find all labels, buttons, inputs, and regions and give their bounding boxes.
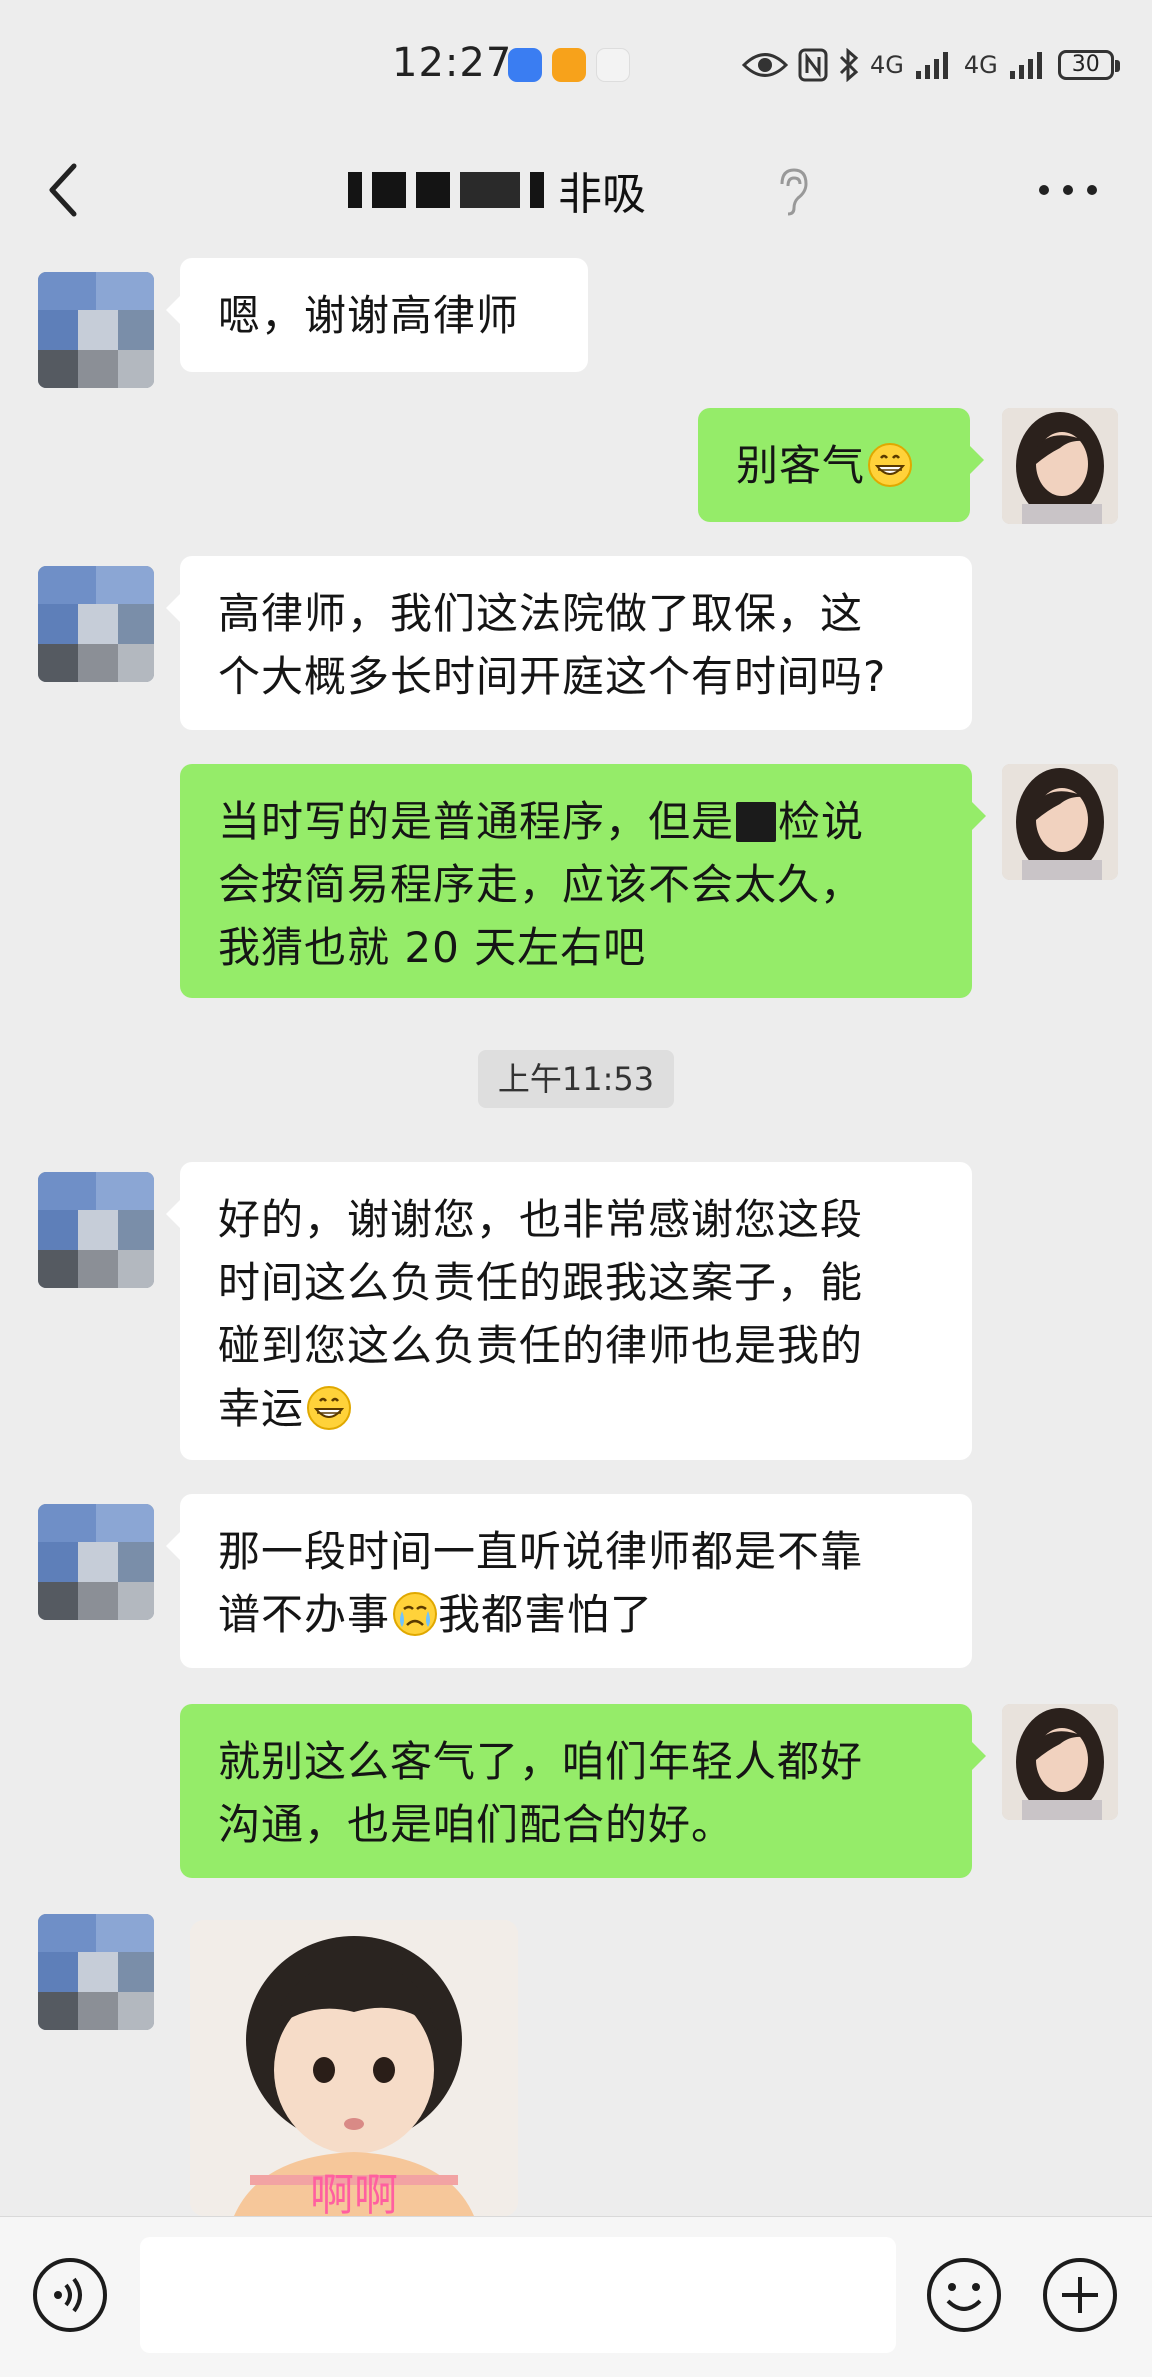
message-bubble[interactable]: 那一段时间一直听说律师都是不靠 谱不办事 我都害怕了 xyxy=(166,1494,972,1668)
more-icon[interactable] xyxy=(1036,182,1100,198)
message-bubble[interactable]: 高律师，我们这法院做了取保，这 个大概多长时间开庭这个有时间吗? xyxy=(166,556,972,730)
avatar-self[interactable] xyxy=(1002,764,1118,880)
avatar-contact[interactable] xyxy=(38,1914,154,2030)
voice-icon[interactable] xyxy=(30,2255,110,2335)
red-app-icon xyxy=(596,48,630,82)
child-sticker-image: 啊啊 xyxy=(190,1920,518,2216)
chat-title: 非吸 xyxy=(348,162,646,220)
avatar-contact[interactable] xyxy=(38,1504,154,1620)
orange-app-icon xyxy=(552,48,586,82)
message-text: 高律师，我们这法院做了取保，这 个大概多长时间开庭这个有时间吗? xyxy=(218,589,887,701)
grinning-face-emoji-icon xyxy=(868,443,913,487)
chat-header: 非吸 xyxy=(0,130,1152,250)
signal-icon xyxy=(915,52,948,79)
message-bubble[interactable]: 好的，谢谢您，也非常感谢您这段 时间这么负责任的跟我这案子，能 碰到您这么负责任… xyxy=(166,1162,972,1460)
message-bubble[interactable]: 嗯，谢谢高律师 xyxy=(166,258,588,372)
redacted-name xyxy=(530,172,544,208)
pixelated-avatar-icon xyxy=(38,1504,154,1620)
message-text: 嗯，谢谢高律师 xyxy=(218,291,520,340)
crying-face-emoji-icon xyxy=(393,1592,438,1636)
pixelated-avatar-icon xyxy=(38,1914,154,2030)
redacted-name xyxy=(348,172,362,208)
avatar-contact[interactable] xyxy=(38,566,154,682)
avatar-self[interactable] xyxy=(1002,408,1118,524)
woman-portrait-avatar-icon xyxy=(1002,408,1118,524)
sticker-caption: 啊啊 xyxy=(310,2170,398,2216)
message-text: 当时写的是普通程序，但是 xyxy=(218,797,735,846)
avatar-contact[interactable] xyxy=(38,272,154,388)
message-input[interactable] xyxy=(140,2237,896,2353)
network-type-label: 4G xyxy=(963,51,998,79)
back-icon[interactable] xyxy=(42,160,90,220)
signal-icon xyxy=(1009,52,1042,79)
battery-icon: 30 xyxy=(1057,50,1120,80)
redacted-name xyxy=(416,172,450,208)
nfc-icon xyxy=(798,48,828,82)
ear-icon xyxy=(780,168,808,216)
status-time: 12:27 xyxy=(392,40,513,86)
network-type-label: 4G xyxy=(870,51,904,79)
redacted-word xyxy=(736,802,777,842)
message-text: 我都害怕了 xyxy=(438,1590,654,1639)
pixelated-avatar-icon xyxy=(38,1172,154,1288)
message-text: 就别这么客气了，咱们年轻人都好 沟通，也是咱们配合的好。 xyxy=(218,1737,864,1849)
status-indicators: 4G 4G 30 xyxy=(742,42,1120,88)
redacted-name xyxy=(460,172,520,208)
soundwave-app-icon xyxy=(508,48,542,82)
redacted-name xyxy=(372,172,406,208)
chat-title-text: 非吸 xyxy=(558,169,646,220)
sticker-message[interactable]: 啊啊 xyxy=(190,1920,518,2216)
plus-icon[interactable] xyxy=(1040,2255,1120,2335)
status-bar: 12:27 4G 4G 30 xyxy=(0,0,1152,130)
message-bubble-self[interactable]: 就别这么客气了，咱们年轻人都好 沟通，也是咱们配合的好。 xyxy=(180,1704,986,1878)
avatar-contact[interactable] xyxy=(38,1172,154,1288)
grinning-face-emoji-icon xyxy=(307,1386,352,1430)
message-bubble-self[interactable]: 当时写的是普通程序，但是 检说 会按简易程序走，应该不会太久， 我猜也就 20 天… xyxy=(180,764,986,998)
woman-portrait-avatar-icon xyxy=(1002,1704,1118,1820)
avatar-self[interactable] xyxy=(1002,1704,1118,1820)
battery-level: 30 xyxy=(1071,52,1100,77)
woman-portrait-avatar-icon xyxy=(1002,764,1118,880)
pixelated-avatar-icon xyxy=(38,566,154,682)
pixelated-avatar-icon xyxy=(38,272,154,388)
bluetooth-icon xyxy=(839,48,859,82)
message-text: 别客气 xyxy=(736,441,866,490)
message-bubble-self[interactable]: 别客气 xyxy=(698,408,984,522)
eye-icon xyxy=(742,53,788,77)
input-bar xyxy=(0,2216,1152,2377)
emoji-icon[interactable] xyxy=(924,2255,1004,2335)
message-timestamp: 上午11:53 xyxy=(478,1050,674,1108)
